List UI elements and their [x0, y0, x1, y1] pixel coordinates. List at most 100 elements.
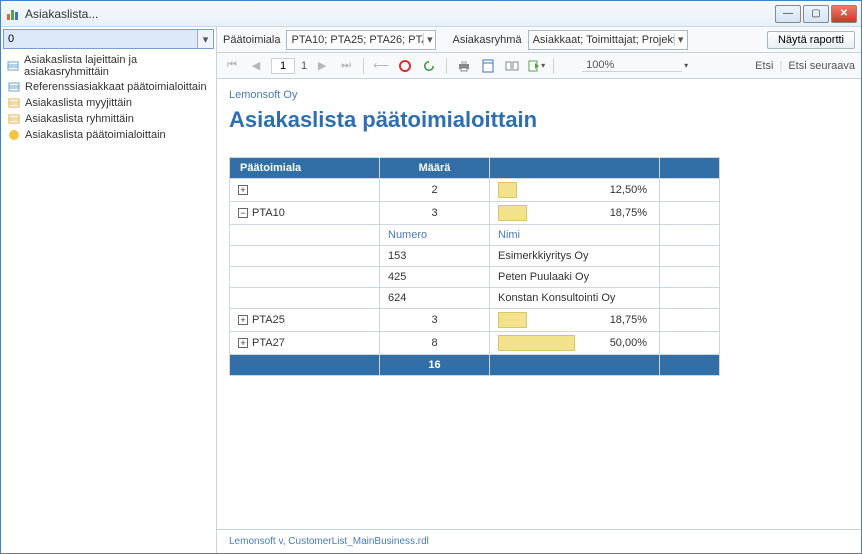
doc-icon	[7, 112, 21, 126]
sidebar: ▾ Asiakaslista lajeittain ja asiakasryhm…	[1, 27, 217, 553]
list-icon	[7, 59, 20, 73]
report-title: Asiakaslista päätoimialoittain	[217, 103, 861, 157]
find-next-button[interactable]: Etsi seuraava	[788, 60, 855, 72]
filter-industry-label: Päätoimiala	[223, 34, 280, 46]
col-count: Määrä	[380, 158, 490, 179]
export-button[interactable]: ▾	[527, 57, 545, 75]
run-report-button[interactable]: Näytä raportti	[767, 31, 855, 49]
sidebar-search-dropdown[interactable]: ▾	[197, 30, 213, 48]
cell-name: Esimerkkiyritys Oy	[490, 246, 660, 267]
table-row: +PTA25318,75%	[230, 309, 720, 332]
report-company: Lemonsoft Oy	[217, 79, 861, 103]
row-count: 8	[380, 332, 490, 355]
zoom-control[interactable]: 100% ▾	[582, 59, 688, 72]
cell-number: 624	[380, 288, 490, 309]
filter-industry-value: PTA10; PTA25; PTA26; PTA27	[287, 34, 423, 46]
sub-header-row: NumeroNimi	[230, 225, 720, 246]
close-button[interactable]: ✕	[831, 5, 857, 23]
sidebar-item-label: Asiakaslista ryhmittäin	[25, 113, 134, 125]
filter-group-label: Asiakasryhmä	[452, 34, 521, 46]
next-page-button[interactable]: ▶	[313, 57, 331, 75]
print-button[interactable]	[455, 57, 473, 75]
status-text: Lemonsoft v, CustomerList_MainBusiness.r…	[229, 536, 429, 547]
first-page-button[interactable]: ⏮	[223, 57, 241, 75]
titlebar: Asiakaslista... — ▢ ✕	[1, 1, 861, 27]
prev-page-button[interactable]: ◀	[247, 57, 265, 75]
sidebar-item[interactable]: Asiakaslista päätoimialoittain	[5, 127, 212, 143]
stop-button[interactable]	[396, 57, 414, 75]
sidebar-item-label: Referenssiasiakkaat päätoimialoittain	[25, 81, 207, 93]
row-label: PTA10	[252, 207, 285, 219]
row-count: 3	[380, 309, 490, 332]
table-row: 153Esimerkkiyritys Oy	[230, 246, 720, 267]
list-icon	[7, 80, 21, 94]
col-extra	[660, 158, 720, 179]
row-count: 2	[380, 179, 490, 202]
find-button[interactable]: Etsi	[755, 60, 773, 72]
report-toolbar: ⏮ ◀ 1 ▶ ⏭ ⟵ ▾ 100% ▾	[217, 53, 861, 79]
doc-icon	[7, 96, 21, 110]
disc-icon	[7, 128, 21, 142]
chevron-down-icon[interactable]: ▾	[423, 33, 435, 46]
expand-toggle[interactable]: −	[238, 208, 248, 218]
zoom-value: 100%	[582, 59, 682, 72]
report-viewport[interactable]: Lemonsoft Oy Asiakaslista päätoimialoitt…	[217, 79, 861, 529]
filter-industry-combo[interactable]: PTA10; PTA25; PTA26; PTA27 ▾	[286, 30, 436, 50]
status-bar: Lemonsoft v, CustomerList_MainBusiness.r…	[217, 529, 861, 553]
filter-group-value: Asiakkaat; Toimittajat; Projekti;	[529, 34, 674, 46]
table-row: 425Peten Puulaaki Oy	[230, 267, 720, 288]
table-row: + PTA27 850,00%	[230, 332, 720, 355]
window-buttons: — ▢ ✕	[775, 5, 857, 23]
sidebar-item[interactable]: Asiakaslista lajeittain ja asiakasryhmit…	[5, 53, 212, 79]
sidebar-list: Asiakaslista lajeittain ja asiakasryhmit…	[1, 51, 216, 553]
row-label: PTA27	[252, 337, 285, 349]
row-bar: 18,75%	[490, 309, 660, 332]
expand-toggle[interactable]: +	[238, 185, 248, 195]
body: ▾ Asiakaslista lajeittain ja asiakasryhm…	[1, 27, 861, 553]
row-count: 3	[380, 202, 490, 225]
window-title: Asiakaslista...	[25, 7, 775, 21]
sidebar-item[interactable]: Asiakaslista ryhmittäin	[5, 111, 212, 127]
col-industry: Päätoimiala	[230, 158, 380, 179]
subcol-number: Numero	[380, 225, 490, 246]
sidebar-item-label: Asiakaslista lajeittain ja asiakasryhmit…	[24, 54, 210, 78]
sidebar-item[interactable]: Asiakaslista myyjittäin	[5, 95, 212, 111]
sidebar-search: ▾	[3, 29, 214, 49]
subcol-name: Nimi	[490, 225, 660, 246]
maximize-button[interactable]: ▢	[803, 5, 829, 23]
chevron-down-icon[interactable]: ▾	[684, 61, 688, 70]
last-page-button[interactable]: ⏭	[337, 57, 355, 75]
cell-number: 425	[380, 267, 490, 288]
chevron-down-icon[interactable]: ▾	[674, 33, 687, 46]
row-bar: 18,75%	[490, 202, 660, 225]
cell-name: Peten Puulaaki Oy	[490, 267, 660, 288]
refresh-button[interactable]	[420, 57, 438, 75]
total-count: 16	[380, 355, 490, 376]
page-total: 1	[301, 60, 307, 72]
page-current-input[interactable]	[271, 58, 295, 74]
layout-button[interactable]	[479, 57, 497, 75]
expand-toggle[interactable]: +	[238, 315, 248, 325]
filter-bar: Päätoimiala PTA10; PTA25; PTA26; PTA27 ▾…	[217, 27, 861, 53]
table-row: 624Konstan Konsultointi Oy	[230, 288, 720, 309]
sidebar-item[interactable]: Referenssiasiakkaat päätoimialoittain	[5, 79, 212, 95]
expand-toggle[interactable]: +	[238, 338, 248, 348]
sidebar-search-input[interactable]	[4, 30, 197, 48]
app-window: Asiakaslista... — ▢ ✕ ▾ Asiakaslista laj…	[0, 0, 862, 554]
row-bar: 50,00%	[490, 332, 660, 355]
back-button[interactable]: ⟵	[372, 57, 390, 75]
minimize-button[interactable]: —	[775, 5, 801, 23]
col-bar	[490, 158, 660, 179]
report-table: Päätoimiala Määrä +212,50%−PTA10318,75%N…	[229, 157, 720, 376]
sidebar-item-label: Asiakaslista päätoimialoittain	[25, 129, 166, 141]
app-icon	[5, 6, 21, 22]
cell-number: 153	[380, 246, 490, 267]
total-row: 16	[230, 355, 720, 376]
filter-group-combo[interactable]: Asiakkaat; Toimittajat; Projekti; ▾	[528, 30, 688, 50]
page-setup-button[interactable]	[503, 57, 521, 75]
table-row: +212,50%	[230, 179, 720, 202]
main: Päätoimiala PTA10; PTA25; PTA26; PTA27 ▾…	[217, 27, 861, 553]
row-bar: 12,50%	[490, 179, 660, 202]
table-row: −PTA10 318,75%	[230, 202, 720, 225]
sidebar-item-label: Asiakaslista myyjittäin	[25, 97, 132, 109]
